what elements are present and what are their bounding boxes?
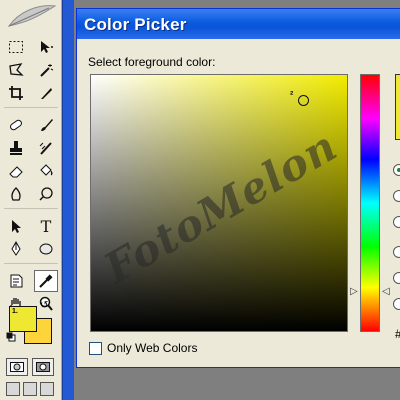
history-brush-tool-icon[interactable] — [34, 137, 58, 159]
color-field-cursor[interactable] — [298, 95, 309, 106]
cursor-marker-icon: ² — [290, 90, 294, 101]
eraser-tool-icon[interactable] — [4, 160, 28, 182]
lasso-tool-icon[interactable] — [4, 59, 28, 81]
hue-slider-left-arrow-icon[interactable]: ▷ — [350, 286, 358, 297]
brush-tool-icon[interactable] — [34, 114, 58, 136]
notes-tool-icon[interactable] — [4, 270, 28, 292]
new-color-preview — [395, 74, 400, 140]
standard-screen-mode-button[interactable] — [6, 382, 20, 396]
brightness-radio[interactable] — [393, 216, 400, 228]
hex-prefix: # — [395, 327, 400, 341]
slice-tool-icon[interactable] — [34, 82, 58, 104]
pen-tool-icon[interactable] — [4, 238, 28, 260]
full-screen-menu-mode-button[interactable] — [23, 382, 37, 396]
blue-radio[interactable] — [393, 298, 400, 310]
marquee-tool-icon[interactable] — [4, 36, 28, 58]
healing-brush-tool-icon[interactable] — [4, 114, 28, 136]
quick-mask-mode-button[interactable] — [32, 358, 54, 376]
feather-logo-icon — [7, 5, 57, 27]
swap-colors-icon[interactable]: ↺ — [40, 300, 48, 311]
shape-tool-icon[interactable] — [34, 238, 58, 260]
hue-radio[interactable] — [393, 164, 400, 176]
title-bar[interactable]: Color Picker — [77, 9, 400, 39]
only-web-colors-label[interactable]: Only Web Colors — [107, 341, 197, 355]
window-edge — [62, 0, 74, 400]
screen-mode-controls — [6, 382, 54, 396]
toolbox-panel: T 1. ↺ — [0, 0, 62, 400]
eyedropper-tool-icon[interactable] — [34, 270, 58, 292]
dodge-tool-icon[interactable] — [34, 183, 58, 205]
blur-tool-icon[interactable] — [4, 183, 28, 205]
magic-wand-tool-icon[interactable] — [34, 59, 58, 81]
color-field[interactable]: FotoMelon ² — [90, 74, 348, 332]
standard-mode-button[interactable] — [6, 358, 28, 376]
select-color-label: Select foreground color: — [88, 55, 216, 69]
type-tool-icon[interactable]: T — [34, 215, 58, 237]
move-tool-icon[interactable] — [34, 36, 58, 58]
only-web-colors-checkbox[interactable] — [89, 342, 102, 355]
color-swatches: 1. ↺ — [4, 300, 60, 350]
saturation-radio[interactable] — [393, 190, 400, 202]
dialog-title: Color Picker — [84, 15, 187, 34]
hue-slider-right-arrow-icon[interactable]: ◁ — [382, 286, 390, 297]
full-screen-mode-button[interactable] — [40, 382, 54, 396]
green-radio[interactable] — [393, 272, 400, 284]
color-picker-dialog: Color Picker Select foreground color: Fo… — [76, 8, 400, 368]
foreground-badge: 1. — [12, 308, 18, 315]
paint-bucket-tool-icon[interactable] — [34, 160, 58, 182]
default-colors-icon[interactable] — [6, 332, 16, 342]
crop-tool-icon[interactable] — [4, 82, 28, 104]
clone-stamp-tool-icon[interactable] — [4, 137, 28, 159]
hue-slider[interactable] — [360, 74, 380, 332]
foreground-color-swatch[interactable]: 1. — [9, 306, 37, 332]
quick-mask-controls — [6, 358, 54, 376]
tool-grid: T — [4, 36, 58, 316]
red-radio[interactable] — [393, 246, 400, 258]
path-selection-tool-icon[interactable] — [4, 215, 28, 237]
watermark-text: FotoMelon — [96, 120, 346, 294]
